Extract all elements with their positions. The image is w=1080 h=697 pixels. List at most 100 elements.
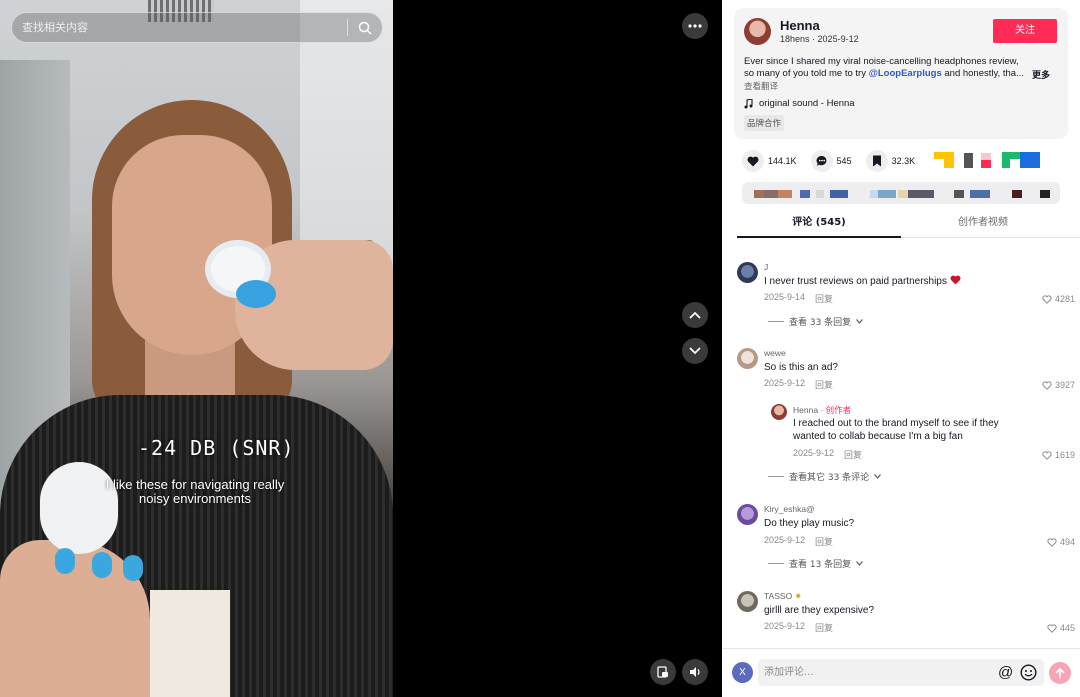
comment-text: I never trust reviews on paid partnershi… <box>764 275 961 288</box>
next-video-button[interactable] <box>682 338 708 364</box>
reply-button[interactable]: 回复 <box>844 448 862 461</box>
comment-date: 2025-9-12 <box>764 535 806 545</box>
reply-button[interactable]: 回复 <box>815 292 833 305</box>
divider-line <box>768 321 784 322</box>
post-date: 2025-9-12 <box>817 34 859 44</box>
comment-meta: 2025-9-14 回复 <box>764 292 833 305</box>
comment-item: wewe So is this an ad? 2025-9-12 回复 3927… <box>737 348 1075 488</box>
comment-like-count: 4281 <box>1054 294 1075 304</box>
save-action[interactable]: 32.3K <box>865 150 915 172</box>
comment-author[interactable]: wewe <box>764 348 786 358</box>
tab-creator-videos[interactable]: 创作者视频 <box>901 212 1065 238</box>
author-avatar[interactable] <box>744 18 771 45</box>
reply-button[interactable]: 回复 <box>815 378 833 391</box>
comment-count: 545 <box>836 156 852 166</box>
comment-like-count: 494 <box>1059 537 1075 547</box>
panel-tabs: 评论 (545) 创作者视频 <box>737 212 1080 238</box>
search-button[interactable] <box>348 13 382 42</box>
bookmark-icon <box>872 155 881 167</box>
emoji-icon[interactable] <box>1020 664 1037 681</box>
comment-text: Do they play music? <box>764 518 855 529</box>
comment-like-button[interactable]: 3927 <box>1042 380 1075 390</box>
comment-author[interactable]: TASSO ✷ <box>764 591 802 602</box>
share-options-redacted[interactable] <box>934 152 1042 170</box>
reply-text: I reached out to the brand myself to see… <box>793 417 999 443</box>
view-replies-label: 查看 33 条回复 <box>789 318 852 328</box>
volume-button[interactable] <box>682 659 708 685</box>
author-name[interactable]: Henna <box>780 18 820 33</box>
comment-item: Kiry_eshka@ Do they play music? 2025-9-1… <box>737 504 1075 574</box>
comment-meta: 2025-9-12 回复 <box>764 621 833 634</box>
chevron-down-icon <box>689 347 701 355</box>
mention-link[interactable]: @LoopEarplugs <box>869 68 942 79</box>
chevron-down-icon <box>856 319 864 324</box>
post-description: Ever since I shared my viral noise-cance… <box>744 56 1026 80</box>
reply-meta: 2025-9-12 回复 <box>793 448 862 461</box>
creator-badge: 创作者 <box>825 406 852 416</box>
at-icon[interactable]: @ <box>998 664 1013 681</box>
author-handle[interactable]: 18hens <box>780 34 810 44</box>
comment-like-button[interactable]: 4281 <box>1042 294 1075 304</box>
chevron-up-icon <box>689 311 701 319</box>
video-overlay-heading: -24 DB (SNR) <box>138 436 295 460</box>
comment-like-button[interactable]: 445 <box>1047 623 1075 633</box>
more-button[interactable]: 更多 <box>1032 68 1050 81</box>
search-icon <box>358 21 372 35</box>
reply-text-line: I reached out to the brand myself to see… <box>793 418 999 429</box>
video-frame-case <box>40 462 118 554</box>
translate-link[interactable]: 查看翻译 <box>744 80 778 92</box>
pip-icon <box>657 666 668 678</box>
reply-author[interactable]: Henna · 创作者 <box>793 404 851 416</box>
video-frame-nail <box>55 548 75 574</box>
copy-link-bar-redacted[interactable] <box>742 182 1060 204</box>
comment-like-count: 445 <box>1059 623 1075 633</box>
reply-button[interactable]: 回复 <box>815 535 833 548</box>
comment-input-wrapper[interactable]: @ <box>758 659 1044 686</box>
like-button[interactable] <box>742 150 764 172</box>
volume-icon <box>689 667 700 677</box>
video-frame-nail <box>123 555 143 581</box>
previous-video-button[interactable] <box>682 302 708 328</box>
reply-author-avatar[interactable] <box>771 404 787 420</box>
picture-in-picture-button[interactable] <box>650 659 676 685</box>
search-bar[interactable] <box>11 12 383 43</box>
video-player[interactable]: -24 DB (SNR) I like these for navigating… <box>0 0 393 697</box>
video-frame-top <box>150 590 230 697</box>
save-button[interactable] <box>865 150 888 172</box>
view-replies-button[interactable]: 查看其它 33 条评论 <box>768 470 882 483</box>
view-replies-button[interactable]: 查看 33 条回复 <box>768 315 864 328</box>
view-replies-label: 查看 13 条回复 <box>789 560 852 570</box>
commenter-avatar[interactable] <box>737 504 758 525</box>
comment-date: 2025-9-14 <box>764 292 806 302</box>
side-panel: Henna 18hens · 2025-9-12 关注 Ever since I… <box>722 0 1080 697</box>
commenter-avatar[interactable] <box>737 591 758 612</box>
commenter-avatar[interactable] <box>737 348 758 369</box>
view-replies-button[interactable]: 查看 13 条回复 <box>768 557 864 570</box>
search-input[interactable] <box>12 13 347 42</box>
author-meta: 18hens · 2025-9-12 <box>780 34 859 44</box>
heart-outline-icon <box>1042 294 1052 304</box>
follow-button[interactable]: 关注 <box>993 19 1057 43</box>
more-options-button[interactable] <box>682 13 708 39</box>
commenter-avatar[interactable] <box>737 262 758 283</box>
like-action[interactable]: 144.1K <box>742 150 797 172</box>
heart-outline-icon <box>1047 623 1057 633</box>
video-overlay-caption: I like these for navigating really noisy… <box>105 477 285 506</box>
send-button[interactable] <box>1049 662 1071 684</box>
comment-like-button[interactable]: 494 <box>1047 537 1075 547</box>
comment-button[interactable] <box>810 150 833 172</box>
heart-outline-icon <box>1042 450 1052 460</box>
current-user-avatar[interactable]: X <box>732 662 753 683</box>
reply-like-button[interactable]: 1619 <box>1042 450 1075 460</box>
more-icon <box>688 24 702 28</box>
comment-author[interactable]: J <box>764 262 768 272</box>
reply-like-count: 1619 <box>1054 450 1075 460</box>
sound-link[interactable]: original sound - Henna <box>744 98 855 109</box>
comment-input[interactable] <box>764 659 992 686</box>
tab-comments[interactable]: 评论 (545) <box>737 212 901 238</box>
reply-button[interactable]: 回复 <box>815 621 833 634</box>
heart-emoji-icon <box>950 275 961 285</box>
comment-author[interactable]: Kiry_eshka@ <box>764 504 815 514</box>
send-icon <box>1055 667 1065 678</box>
comment-action[interactable]: 545 <box>810 150 852 172</box>
